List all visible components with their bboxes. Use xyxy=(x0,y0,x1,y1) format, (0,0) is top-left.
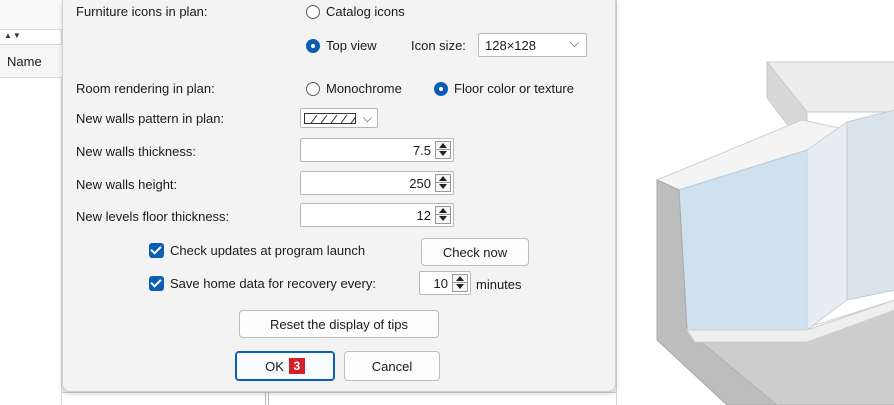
icon-size-value: 128×128 xyxy=(485,37,536,53)
furniture-list-panel: ▲▼ Name xyxy=(0,0,62,405)
sort-arrows-icon[interactable]: ▲▼ xyxy=(4,31,22,40)
walls-thickness-spinner[interactable]: 7.5 xyxy=(300,138,454,162)
recovery-interval-spinner[interactable]: 10 xyxy=(419,271,471,295)
room-rendering-label: Room rendering in plan: xyxy=(76,81,215,96)
3d-room-rendering xyxy=(655,60,894,405)
split-divider[interactable] xyxy=(265,392,269,405)
levels-floor-thickness-value: 12 xyxy=(416,208,431,223)
increment-arrow-icon[interactable] xyxy=(436,175,450,183)
monochrome-radio[interactable]: Monochrome xyxy=(306,81,402,96)
ok-button[interactable]: OK 3 xyxy=(235,351,335,381)
3d-view[interactable] xyxy=(616,0,894,405)
check-updates-checkbox[interactable]: Check updates at program launch xyxy=(149,243,365,258)
ok-button-label: OK xyxy=(265,358,284,374)
decrement-arrow-icon[interactable] xyxy=(436,150,450,158)
radio-unchecked-icon xyxy=(306,4,320,19)
floor-color-label: Floor color or texture xyxy=(454,81,574,96)
walls-height-label: New walls height: xyxy=(76,177,178,192)
catalog-icons-radio[interactable]: Catalog icons xyxy=(306,4,405,19)
step-number-badge: 3 xyxy=(288,358,305,374)
checkbox-checked-icon xyxy=(149,243,164,258)
floor-color-radio[interactable]: Floor color or texture xyxy=(434,81,574,96)
radio-unchecked-icon xyxy=(306,81,320,96)
increment-arrow-icon[interactable] xyxy=(436,142,450,150)
spinner-arrows xyxy=(435,174,451,192)
furniture-icons-label: Furniture icons in plan: xyxy=(76,4,208,19)
walls-pattern-select[interactable]: ⌵ xyxy=(300,108,378,128)
spinner-arrows xyxy=(435,206,451,224)
list-toolbar xyxy=(0,0,62,30)
walls-height-spinner[interactable]: 250 xyxy=(300,171,454,195)
chevron-down-icon: ⌵ xyxy=(569,36,579,50)
walls-pattern-label: New walls pattern in plan: xyxy=(76,111,225,126)
decrement-arrow-icon[interactable] xyxy=(436,183,450,191)
walls-height-value: 250 xyxy=(409,176,431,191)
check-updates-label: Check updates at program launch xyxy=(170,243,366,258)
spinner-arrows xyxy=(435,141,451,159)
icon-size-label: Icon size: xyxy=(411,38,466,53)
monochrome-label: Monochrome xyxy=(326,81,402,96)
checkbox-checked-icon xyxy=(149,276,164,291)
top-view-radio[interactable]: Top view xyxy=(306,38,377,53)
decrement-arrow-icon[interactable] xyxy=(453,283,467,291)
levels-floor-thickness-label: New levels floor thickness: xyxy=(76,209,230,224)
spinner-arrows xyxy=(452,274,468,292)
chevron-down-icon: ⌵ xyxy=(362,111,372,125)
radio-checked-icon xyxy=(434,81,448,96)
increment-arrow-icon[interactable] xyxy=(436,207,450,215)
increment-arrow-icon[interactable] xyxy=(453,275,467,283)
decrement-arrow-icon[interactable] xyxy=(436,215,450,223)
bottom-panel xyxy=(62,392,616,405)
icon-size-select[interactable]: 128×128 ⌵ xyxy=(478,33,587,57)
walls-thickness-label: New walls thickness: xyxy=(76,144,196,159)
radio-checked-icon xyxy=(306,38,320,53)
levels-floor-thickness-spinner[interactable]: 12 xyxy=(300,203,454,227)
catalog-icons-label: Catalog icons xyxy=(326,4,405,19)
preferences-dialog: Furniture icons in plan: Catalog icons T… xyxy=(62,0,616,392)
top-view-label: Top view xyxy=(326,38,377,53)
name-column-header[interactable]: Name xyxy=(0,44,62,78)
save-recovery-checkbox[interactable]: Save home data for recovery every: xyxy=(149,276,376,291)
reset-tips-button[interactable]: Reset the display of tips xyxy=(239,310,439,338)
check-now-button[interactable]: Check now xyxy=(421,238,529,266)
cancel-button[interactable]: Cancel xyxy=(344,351,440,381)
hatch-pattern-icon xyxy=(304,113,356,124)
minutes-label: minutes xyxy=(476,277,522,292)
walls-thickness-value: 7.5 xyxy=(412,143,431,158)
save-recovery-label: Save home data for recovery every: xyxy=(170,276,376,291)
recovery-interval-value: 10 xyxy=(433,276,448,291)
